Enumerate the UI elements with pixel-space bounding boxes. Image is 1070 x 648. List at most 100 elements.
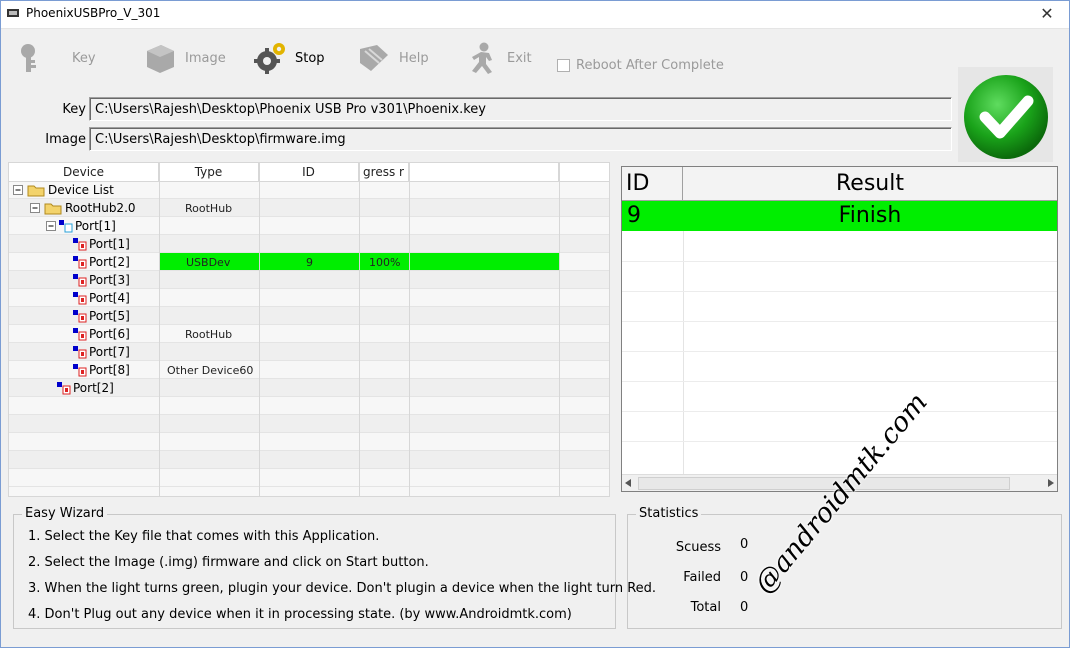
help-button-label: Help [399, 50, 429, 66]
tree-node-port[interactable]: Port[5] [73, 307, 130, 325]
table-row [9, 451, 609, 469]
success-value: 0 [740, 537, 749, 552]
result-status-cell: Finish [838, 203, 902, 228]
row-divider [622, 411, 1057, 412]
tree-node-port[interactable]: Port[6] [73, 325, 130, 343]
exit-button-label: Exit [507, 50, 532, 66]
result-grid[interactable]: ID Result 9 Finish [621, 166, 1058, 492]
port-icon [73, 310, 87, 323]
tree-label: Port[7] [89, 345, 130, 359]
easy-wizard-group: Easy Wizard 1. Select the Key file that … [13, 506, 656, 629]
tree-node-port[interactable]: Port[2] [57, 379, 114, 397]
total-label: Total [690, 600, 721, 615]
tree-label: Port[5] [89, 309, 130, 323]
folder-icon [27, 185, 45, 197]
tree-node-port[interactable]: Port[8] [73, 361, 130, 379]
key-button-label: Key [72, 50, 96, 66]
tree-label: Port[1] [89, 237, 130, 251]
tree-node-device-list[interactable]: Device List [13, 181, 114, 199]
port-icon [73, 328, 87, 341]
easy-wizard-title: Easy Wizard [22, 506, 108, 521]
table-row [9, 397, 609, 415]
wizard-step: 2. Select the Image (.img) firmware and … [28, 555, 429, 570]
row-divider [622, 381, 1057, 382]
tree-label: Port[8] [89, 363, 130, 377]
tree-label: Port[4] [89, 291, 130, 305]
help-icon [360, 45, 388, 71]
result-id-header[interactable]: ID [622, 167, 683, 201]
col-blank-header [409, 163, 559, 181]
tree-node-port[interactable]: Port[3] [73, 271, 130, 289]
wizard-step: 4. Don't Plug out any device when it in … [28, 607, 572, 622]
result-row[interactable]: 9 Finish [622, 201, 1057, 231]
tree-node-port[interactable]: Port[2] [73, 253, 130, 271]
collapse-icon[interactable] [13, 184, 24, 196]
tree-node-port[interactable]: Port[4] [73, 289, 130, 307]
collapse-icon[interactable] [30, 202, 41, 214]
key-icon [21, 44, 36, 72]
statistics-group: Statistics Scuess 0 Failed 0 Total 0 [627, 506, 1062, 629]
port-icon [73, 274, 87, 287]
key-path-field[interactable]: C:\Users\Rajesh\Desktop\Phoenix USB Pro … [89, 97, 952, 121]
tree-node-port[interactable]: Port[1] [73, 235, 130, 253]
image-path-field[interactable]: C:\Users\Rajesh\Desktop\firmware.img [89, 127, 952, 151]
scroll-right-icon[interactable] [1048, 479, 1054, 487]
tree-node-roothub[interactable]: RootHub2.0 [30, 199, 136, 217]
table-row [9, 415, 609, 433]
column-divider [259, 163, 260, 496]
exit-button[interactable]: Exit [465, 38, 532, 78]
image-button[interactable]: Image [143, 38, 226, 78]
reboot-label: Reboot After Complete [576, 58, 724, 73]
type-cell: RootHub [185, 328, 233, 341]
close-button[interactable]: ✕ [1024, 0, 1070, 28]
failed-label: Failed [683, 570, 721, 585]
device-grid-header: Device Type ID gress r [9, 163, 609, 182]
port-icon [73, 238, 87, 251]
col-progress-header[interactable]: gress r [359, 163, 409, 181]
col-id-header[interactable]: ID [259, 163, 359, 181]
window-title: PhoenixUSBPro_V_301 [26, 6, 161, 20]
tree-label: Port[2] [89, 255, 130, 269]
stop-button-label: Stop [295, 50, 325, 66]
reboot-after-complete-checkbox[interactable]: Reboot After Complete [557, 58, 724, 73]
gear-icon [254, 43, 285, 74]
row-divider [622, 291, 1057, 292]
tree-node-port[interactable]: Port[7] [73, 343, 130, 361]
collapse-icon[interactable] [46, 220, 57, 232]
port-icon [73, 292, 87, 305]
tree-node-port[interactable]: Port[1] [46, 217, 116, 235]
success-label: Scuess [675, 540, 721, 555]
statistics-title: Statistics [636, 506, 702, 521]
column-divider [359, 163, 360, 496]
row-divider [622, 441, 1057, 442]
result-id-cell: 9 [627, 203, 641, 228]
help-button[interactable]: Help [357, 38, 429, 78]
wizard-step: 1. Select the Key file that comes with t… [28, 529, 380, 544]
port-icon [73, 256, 87, 269]
folder-icon [44, 203, 62, 215]
tree-label: Port[6] [89, 327, 130, 341]
total-value: 0 [740, 600, 749, 615]
port-icon [57, 382, 71, 395]
column-divider [409, 163, 410, 496]
exit-icon [472, 42, 492, 74]
stop-button[interactable]: Stop [253, 38, 325, 78]
col-type-header[interactable]: Type [159, 163, 259, 181]
table-row [9, 469, 609, 487]
wizard-step: 3. When the light turns green, plugin yo… [28, 581, 657, 596]
result-result-header[interactable]: Result [683, 167, 1057, 201]
title-bar: PhoenixUSBPro_V_301 ✕ [0, 0, 1070, 29]
type-cell: USBDev [186, 256, 231, 269]
checkbox-box[interactable] [557, 59, 570, 72]
image-icon [147, 45, 174, 73]
app-icon [7, 9, 19, 17]
status-light [958, 67, 1053, 162]
table-row [9, 433, 609, 451]
tree-label: RootHub2.0 [65, 201, 136, 215]
device-grid[interactable]: Device Type ID gress r Device List RootH… [8, 162, 610, 497]
scroll-left-icon[interactable] [625, 479, 631, 487]
port-icon [73, 346, 87, 359]
col-device-header[interactable]: Device [9, 163, 159, 181]
key-button[interactable]: Key [16, 38, 96, 78]
type-cell: RootHub [185, 202, 233, 215]
